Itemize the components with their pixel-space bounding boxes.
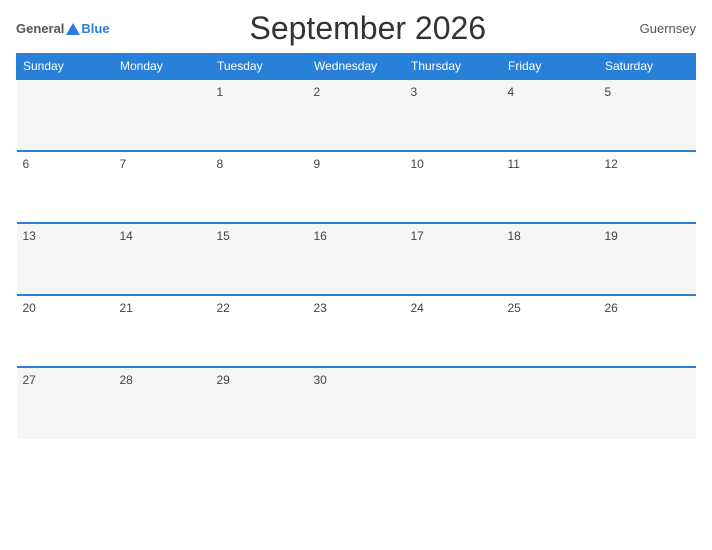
day-cell: 9 [308, 151, 405, 223]
day-number: 4 [508, 85, 515, 99]
day-cell: 12 [599, 151, 696, 223]
day-header-sunday: Sunday [17, 54, 114, 80]
day-cell: 4 [502, 79, 599, 151]
day-cell: 21 [114, 295, 211, 367]
day-number: 13 [23, 229, 36, 243]
week-row-3: 13 14 15 16 17 18 19 [17, 223, 696, 295]
logo-general-text: General [16, 21, 64, 36]
calendar-header: SundayMondayTuesdayWednesdayThursdayFrid… [17, 54, 696, 80]
day-number: 25 [508, 301, 521, 315]
calendar-table: SundayMondayTuesdayWednesdayThursdayFrid… [16, 53, 696, 439]
day-number: 12 [605, 157, 618, 171]
day-cell: 7 [114, 151, 211, 223]
day-number: 19 [605, 229, 618, 243]
day-cell: 1 [211, 79, 308, 151]
day-cell: 22 [211, 295, 308, 367]
day-cell [17, 79, 114, 151]
day-number: 3 [411, 85, 418, 99]
day-cell: 14 [114, 223, 211, 295]
day-cell [114, 79, 211, 151]
day-number: 6 [23, 157, 30, 171]
day-number: 28 [120, 373, 133, 387]
day-number: 24 [411, 301, 424, 315]
day-number: 9 [314, 157, 321, 171]
day-number: 21 [120, 301, 133, 315]
day-cell: 5 [599, 79, 696, 151]
day-number: 29 [217, 373, 230, 387]
day-number: 20 [23, 301, 36, 315]
week-row-2: 6 7 8 9 10 11 12 [17, 151, 696, 223]
day-number: 2 [314, 85, 321, 99]
day-number: 8 [217, 157, 224, 171]
day-cell: 19 [599, 223, 696, 295]
day-cell: 15 [211, 223, 308, 295]
calendar-page: General Blue September 2026 Guernsey Sun… [0, 0, 712, 550]
logo-blue-text: Blue [81, 21, 109, 36]
day-header-tuesday: Tuesday [211, 54, 308, 80]
day-number: 15 [217, 229, 230, 243]
day-cell: 26 [599, 295, 696, 367]
day-number: 27 [23, 373, 36, 387]
day-number: 10 [411, 157, 424, 171]
day-cell: 28 [114, 367, 211, 439]
logo: General Blue [16, 21, 110, 36]
day-number: 22 [217, 301, 230, 315]
day-cell: 16 [308, 223, 405, 295]
day-cell: 30 [308, 367, 405, 439]
day-header-friday: Friday [502, 54, 599, 80]
day-cell: 6 [17, 151, 114, 223]
logo-triangle-icon [66, 23, 80, 35]
day-number: 30 [314, 373, 327, 387]
day-cell: 3 [405, 79, 502, 151]
day-cell [599, 367, 696, 439]
day-cell: 24 [405, 295, 502, 367]
day-number: 11 [508, 157, 520, 171]
day-cell: 10 [405, 151, 502, 223]
day-number: 16 [314, 229, 327, 243]
day-header-saturday: Saturday [599, 54, 696, 80]
day-cell: 8 [211, 151, 308, 223]
country-label: Guernsey [626, 21, 696, 36]
day-cell: 18 [502, 223, 599, 295]
week-row-1: 1 2 3 4 5 [17, 79, 696, 151]
day-cell: 2 [308, 79, 405, 151]
day-cell [405, 367, 502, 439]
calendar-title: September 2026 [110, 10, 626, 47]
day-number: 17 [411, 229, 424, 243]
day-cell: 13 [17, 223, 114, 295]
day-header-monday: Monday [114, 54, 211, 80]
day-number: 5 [605, 85, 612, 99]
day-cell: 25 [502, 295, 599, 367]
day-header-row: SundayMondayTuesdayWednesdayThursdayFrid… [17, 54, 696, 80]
day-number: 1 [217, 85, 224, 99]
day-number: 26 [605, 301, 618, 315]
day-header-wednesday: Wednesday [308, 54, 405, 80]
day-header-thursday: Thursday [405, 54, 502, 80]
day-cell: 20 [17, 295, 114, 367]
week-row-4: 20 21 22 23 24 25 26 [17, 295, 696, 367]
calendar-body: 1234567891011121314151617181920212223242… [17, 79, 696, 439]
day-number: 23 [314, 301, 327, 315]
day-number: 7 [120, 157, 127, 171]
day-cell: 27 [17, 367, 114, 439]
day-cell: 17 [405, 223, 502, 295]
day-cell [502, 367, 599, 439]
day-cell: 23 [308, 295, 405, 367]
day-cell: 11 [502, 151, 599, 223]
header: General Blue September 2026 Guernsey [16, 10, 696, 47]
day-number: 18 [508, 229, 521, 243]
day-number: 14 [120, 229, 133, 243]
week-row-5: 27 28 29 30 [17, 367, 696, 439]
day-cell: 29 [211, 367, 308, 439]
